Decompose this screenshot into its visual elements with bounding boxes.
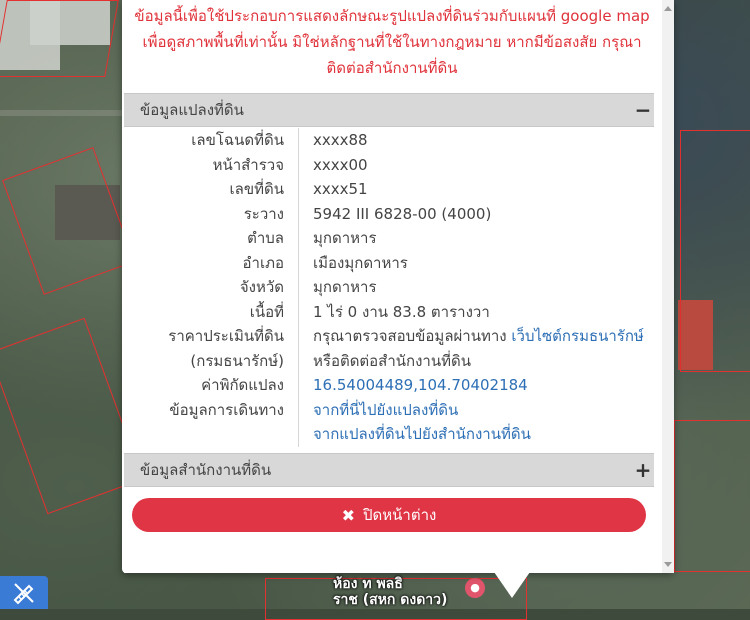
info-value: xxxx00: [313, 155, 368, 174]
info-label: ข้อมูลการเดินทาง: [124, 397, 299, 422]
info-label: ตำบล: [124, 226, 299, 251]
parcel-panel-header[interactable]: ข้อมูลแปลงที่ดิน −: [124, 93, 654, 127]
disclaimer-text: ข้อมูลนี้เพื่อใช้ประกอบการแสดงลักษณะรูปแ…: [122, 0, 662, 91]
info-row-subdistrict: ตำบล มุกดาหาร: [124, 226, 654, 251]
info-row-sheet: ระวาง 5942 III 6828-00 (4000): [124, 201, 654, 226]
info-row-coordinates: ค่าพิกัดแปลง 16.54004489,104.70402184: [124, 373, 654, 398]
info-label: อำเภอ: [124, 250, 299, 275]
measure-tool-button[interactable]: [0, 576, 48, 609]
info-value: มุกดาหาร: [313, 229, 377, 248]
directions-to-parcel-link[interactable]: จากที่นี่ไปยังแปลงที่ดิน: [299, 398, 458, 422]
coordinates-link[interactable]: 16.54004489,104.70402184: [299, 376, 528, 394]
close-window-button[interactable]: ✖ ปิดหน้าต่าง: [132, 498, 646, 532]
info-row-deed: เลขโฉนดที่ดิน xxxx88: [124, 128, 654, 153]
map-place-label-line1: ห้อง ท พลธิ: [333, 576, 403, 592]
disclaimer-line3: ติดต่อสำนักงานที่ดิน: [326, 59, 458, 77]
map-place-label: ห้อง ท พลธิ ราช (สหก ดงดาว): [333, 576, 447, 608]
info-row-district: อำเภอ เมืองมุกดาหาร: [124, 250, 654, 275]
info-label: เลขที่ดิน: [124, 177, 299, 202]
info-row-land-number: เลขที่ดิน xxxx51: [124, 177, 654, 202]
scroll-up-arrow-icon[interactable]: [664, 6, 672, 11]
disclaimer-line2: เพื่อดูสภาพพื้นที่เท่านั้น มิใช่หลักฐานท…: [142, 33, 642, 51]
info-row-province: จังหวัด มุกดาหาร: [124, 275, 654, 300]
info-value: xxxx51: [313, 180, 368, 199]
collapse-icon[interactable]: −: [632, 100, 654, 120]
info-value: มุกดาหาร: [313, 278, 377, 297]
info-label: ค่าพิกัดแปลง: [124, 373, 299, 398]
info-label-empty: [124, 422, 299, 447]
info-value: หรือติดต่อสำนักงานที่ดิน: [313, 351, 471, 370]
info-row-travel-2: จากแปลงที่ดินไปยังสำนักงานที่ดิน: [124, 422, 654, 447]
hotel-pin-icon[interactable]: ●: [465, 578, 485, 598]
info-value: 1 ไร่ 0 งาน 83.8 ตารางวา: [313, 302, 490, 321]
info-label: (กรมธนารักษ์): [124, 348, 299, 373]
popup-scroll-area[interactable]: ข้อมูลนี้เพื่อใช้ประกอบการแสดงลักษณะรูปแ…: [122, 0, 662, 573]
info-row-price-2: (กรมธนารักษ์) หรือติดต่อสำนักงานที่ดิน: [124, 348, 654, 373]
popup-scrollbar[interactable]: [662, 0, 674, 573]
parcel-boundary: [680, 130, 750, 372]
info-row-price-1: ราคาประเมินที่ดิน กรุณาตรวจสอบข้อมูลผ่าน…: [124, 324, 654, 349]
popup-pointer: [494, 572, 530, 598]
office-panel-title: ข้อมูลสำนักงานที่ดิน: [140, 461, 272, 479]
price-text: กรุณาตรวจสอบข้อมูลผ่านทาง: [313, 327, 512, 346]
parcel-panel-title: ข้อมูลแปลงที่ดิน: [140, 101, 244, 119]
parcel-boundary: [674, 420, 750, 572]
info-label: เนื้อที่: [124, 299, 299, 324]
info-value: 5942 III 6828-00 (4000): [313, 204, 492, 223]
map-place-label-line2: ราช (สหก ดงดาว): [333, 592, 448, 608]
road: [0, 110, 122, 116]
disclaimer-line1: ข้อมูลนี้เพื่อใช้ประกอบการแสดงลักษณะรูปแ…: [134, 7, 650, 25]
parcel-boundary: [0, 0, 119, 77]
info-label: ราคาประเมินที่ดิน: [124, 324, 299, 349]
popup-footer-space: [124, 540, 654, 573]
info-label: เลขโฉนดที่ดิน: [124, 128, 299, 153]
info-row-travel-1: ข้อมูลการเดินทาง จากที่นี่ไปยังแปลงที่ดิ…: [124, 397, 654, 422]
scroll-down-arrow-icon[interactable]: [664, 562, 672, 567]
close-window-label: ปิดหน้าต่าง: [363, 506, 437, 524]
info-row-survey-page: หน้าสำรวจ xxxx00: [124, 152, 654, 177]
info-label: ระวาง: [124, 201, 299, 226]
info-value: xxxx88: [313, 131, 368, 150]
times-icon: ✖: [341, 505, 356, 525]
treasury-website-link[interactable]: เว็บไซต์กรมธนารักษ์: [511, 327, 643, 345]
parcel-info-table: เลขโฉนดที่ดิน xxxx88 หน้าสำรวจ xxxx00 เล…: [124, 128, 654, 447]
info-value: กรุณาตรวจสอบข้อมูลผ่านทาง เว็บไซต์กรมธนา…: [299, 324, 644, 348]
ruler-pencil-icon: [13, 582, 34, 604]
expand-icon[interactable]: +: [632, 460, 654, 480]
parcel-info-popup: ข้อมูลนี้เพื่อใช้ประกอบการแสดงลักษณะรูปแ…: [122, 0, 674, 598]
info-label: หน้าสำรวจ: [124, 152, 299, 177]
info-row-area: เนื้อที่ 1 ไร่ 0 งาน 83.8 ตารางวา: [124, 299, 654, 324]
directions-to-office-link[interactable]: จากแปลงที่ดินไปยังสำนักงานที่ดิน: [299, 422, 531, 446]
info-value: เมืองมุกดาหาร: [313, 253, 408, 272]
info-label: จังหวัด: [124, 275, 299, 300]
office-panel-header[interactable]: ข้อมูลสำนักงานที่ดิน +: [124, 453, 654, 487]
